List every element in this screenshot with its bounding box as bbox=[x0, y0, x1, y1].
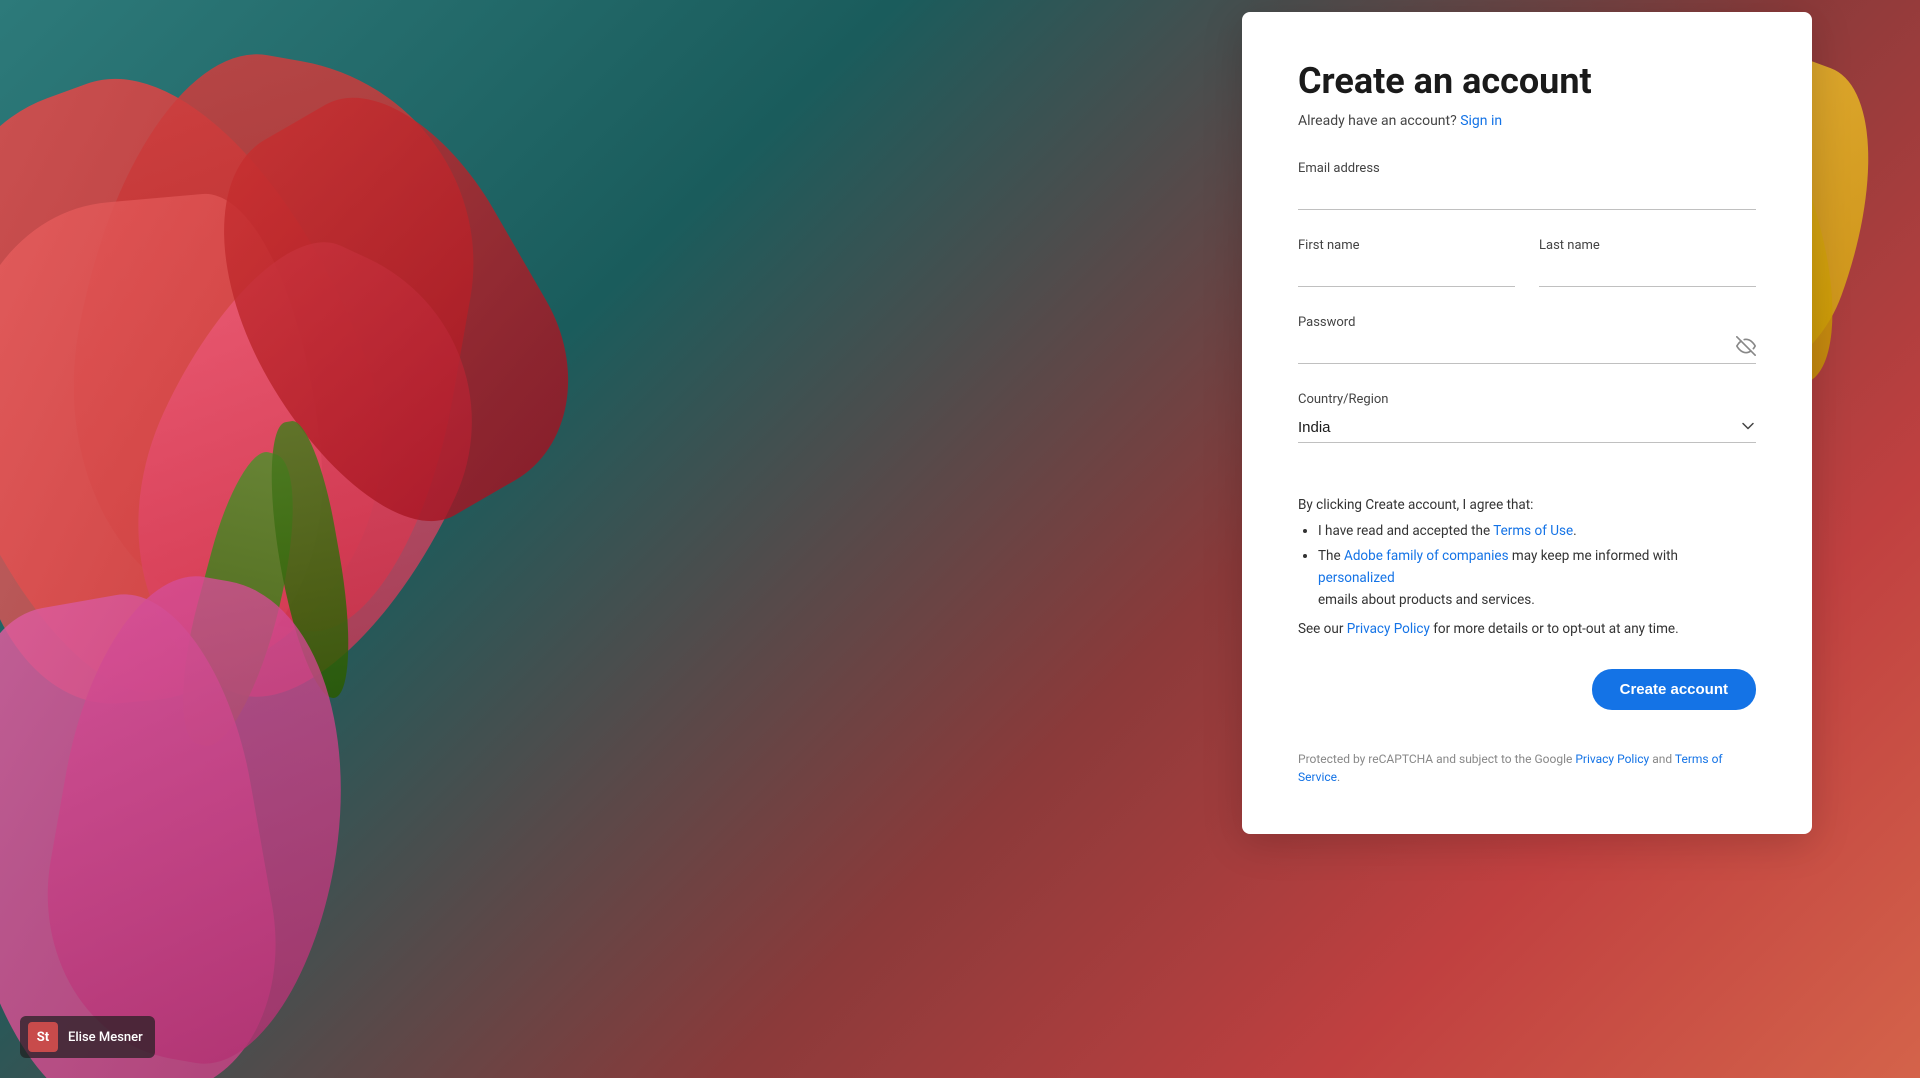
agreement-intro: By clicking Create account, I agree that… bbox=[1298, 495, 1756, 517]
recaptcha-text: Protected by reCAPTCHA and subject to th… bbox=[1298, 710, 1756, 786]
avatar: St bbox=[28, 1022, 58, 1052]
privacy-policy-link[interactable]: Privacy Policy bbox=[1347, 621, 1430, 637]
country-label: Country/Region bbox=[1298, 392, 1756, 407]
user-badge: St Elise Mesner bbox=[20, 1016, 155, 1058]
agreement-bullet2-post: emails about products and services. bbox=[1318, 592, 1535, 608]
signin-prompt: Already have an account? Sign in bbox=[1298, 113, 1756, 129]
signin-prompt-text: Already have an account? bbox=[1298, 113, 1457, 129]
email-group: Email address bbox=[1298, 161, 1756, 210]
eye-off-icon bbox=[1736, 336, 1756, 356]
privacy-post: for more details or to opt-out at any ti… bbox=[1433, 621, 1678, 637]
last-name-label: Last name bbox=[1539, 238, 1756, 253]
recaptcha-period: . bbox=[1337, 770, 1340, 784]
agreement-item-2: The Adobe family of companies may keep m… bbox=[1318, 546, 1756, 611]
country-select-wrapper: India United States United Kingdom Canad… bbox=[1298, 413, 1756, 443]
country-group: Country/Region India United States Unite… bbox=[1298, 392, 1756, 443]
create-account-modal: Create an account Already have an accoun… bbox=[1242, 12, 1812, 834]
last-name-input[interactable] bbox=[1539, 257, 1756, 287]
agreement-bullet1-post: . bbox=[1573, 523, 1577, 539]
create-account-button[interactable]: Create account bbox=[1592, 669, 1756, 710]
recaptcha-pre: Protected by reCAPTCHA and subject to th… bbox=[1298, 752, 1572, 766]
terms-of-use-link[interactable]: Terms of Use bbox=[1493, 523, 1573, 539]
agreement-bullet2-pre: The bbox=[1318, 548, 1341, 564]
first-name-label: First name bbox=[1298, 238, 1515, 253]
agreement-bullet2-mid: may keep me informed with bbox=[1512, 548, 1678, 564]
avatar-initials: St bbox=[37, 1030, 49, 1045]
name-row: First name Last name bbox=[1298, 238, 1756, 287]
agreement-list: I have read and accepted the Terms of Us… bbox=[1298, 521, 1756, 611]
first-name-group: First name bbox=[1298, 238, 1515, 287]
agreement-item-1: I have read and accepted the Terms of Us… bbox=[1318, 521, 1756, 543]
adobe-family-link[interactable]: Adobe family of companies bbox=[1344, 548, 1509, 564]
user-name: Elise Mesner bbox=[68, 1030, 143, 1045]
email-label: Email address bbox=[1298, 161, 1756, 176]
privacy-note: See our Privacy Policy for more details … bbox=[1298, 619, 1756, 641]
password-group: Password bbox=[1298, 315, 1756, 364]
password-input[interactable] bbox=[1298, 334, 1756, 364]
email-input[interactable] bbox=[1298, 180, 1756, 210]
password-label: Password bbox=[1298, 315, 1756, 330]
signin-link[interactable]: Sign in bbox=[1460, 113, 1502, 129]
first-name-input[interactable] bbox=[1298, 257, 1515, 287]
password-toggle-button[interactable] bbox=[1736, 336, 1756, 356]
personalized-link[interactable]: personalized bbox=[1318, 570, 1395, 586]
recaptcha-privacy-link[interactable]: Privacy Policy bbox=[1575, 752, 1649, 766]
modal-title: Create an account bbox=[1298, 60, 1756, 103]
password-wrapper bbox=[1298, 334, 1756, 364]
last-name-group: Last name bbox=[1539, 238, 1756, 287]
country-select[interactable]: India United States United Kingdom Canad… bbox=[1298, 413, 1756, 442]
recaptcha-and: and bbox=[1652, 752, 1672, 766]
agreement-bullet1-pre: I have read and accepted the bbox=[1318, 523, 1490, 539]
agreement-section: By clicking Create account, I agree that… bbox=[1298, 495, 1756, 641]
modal-overlay: Create an account Already have an accoun… bbox=[0, 0, 1920, 1078]
privacy-pre: See our bbox=[1298, 621, 1343, 637]
